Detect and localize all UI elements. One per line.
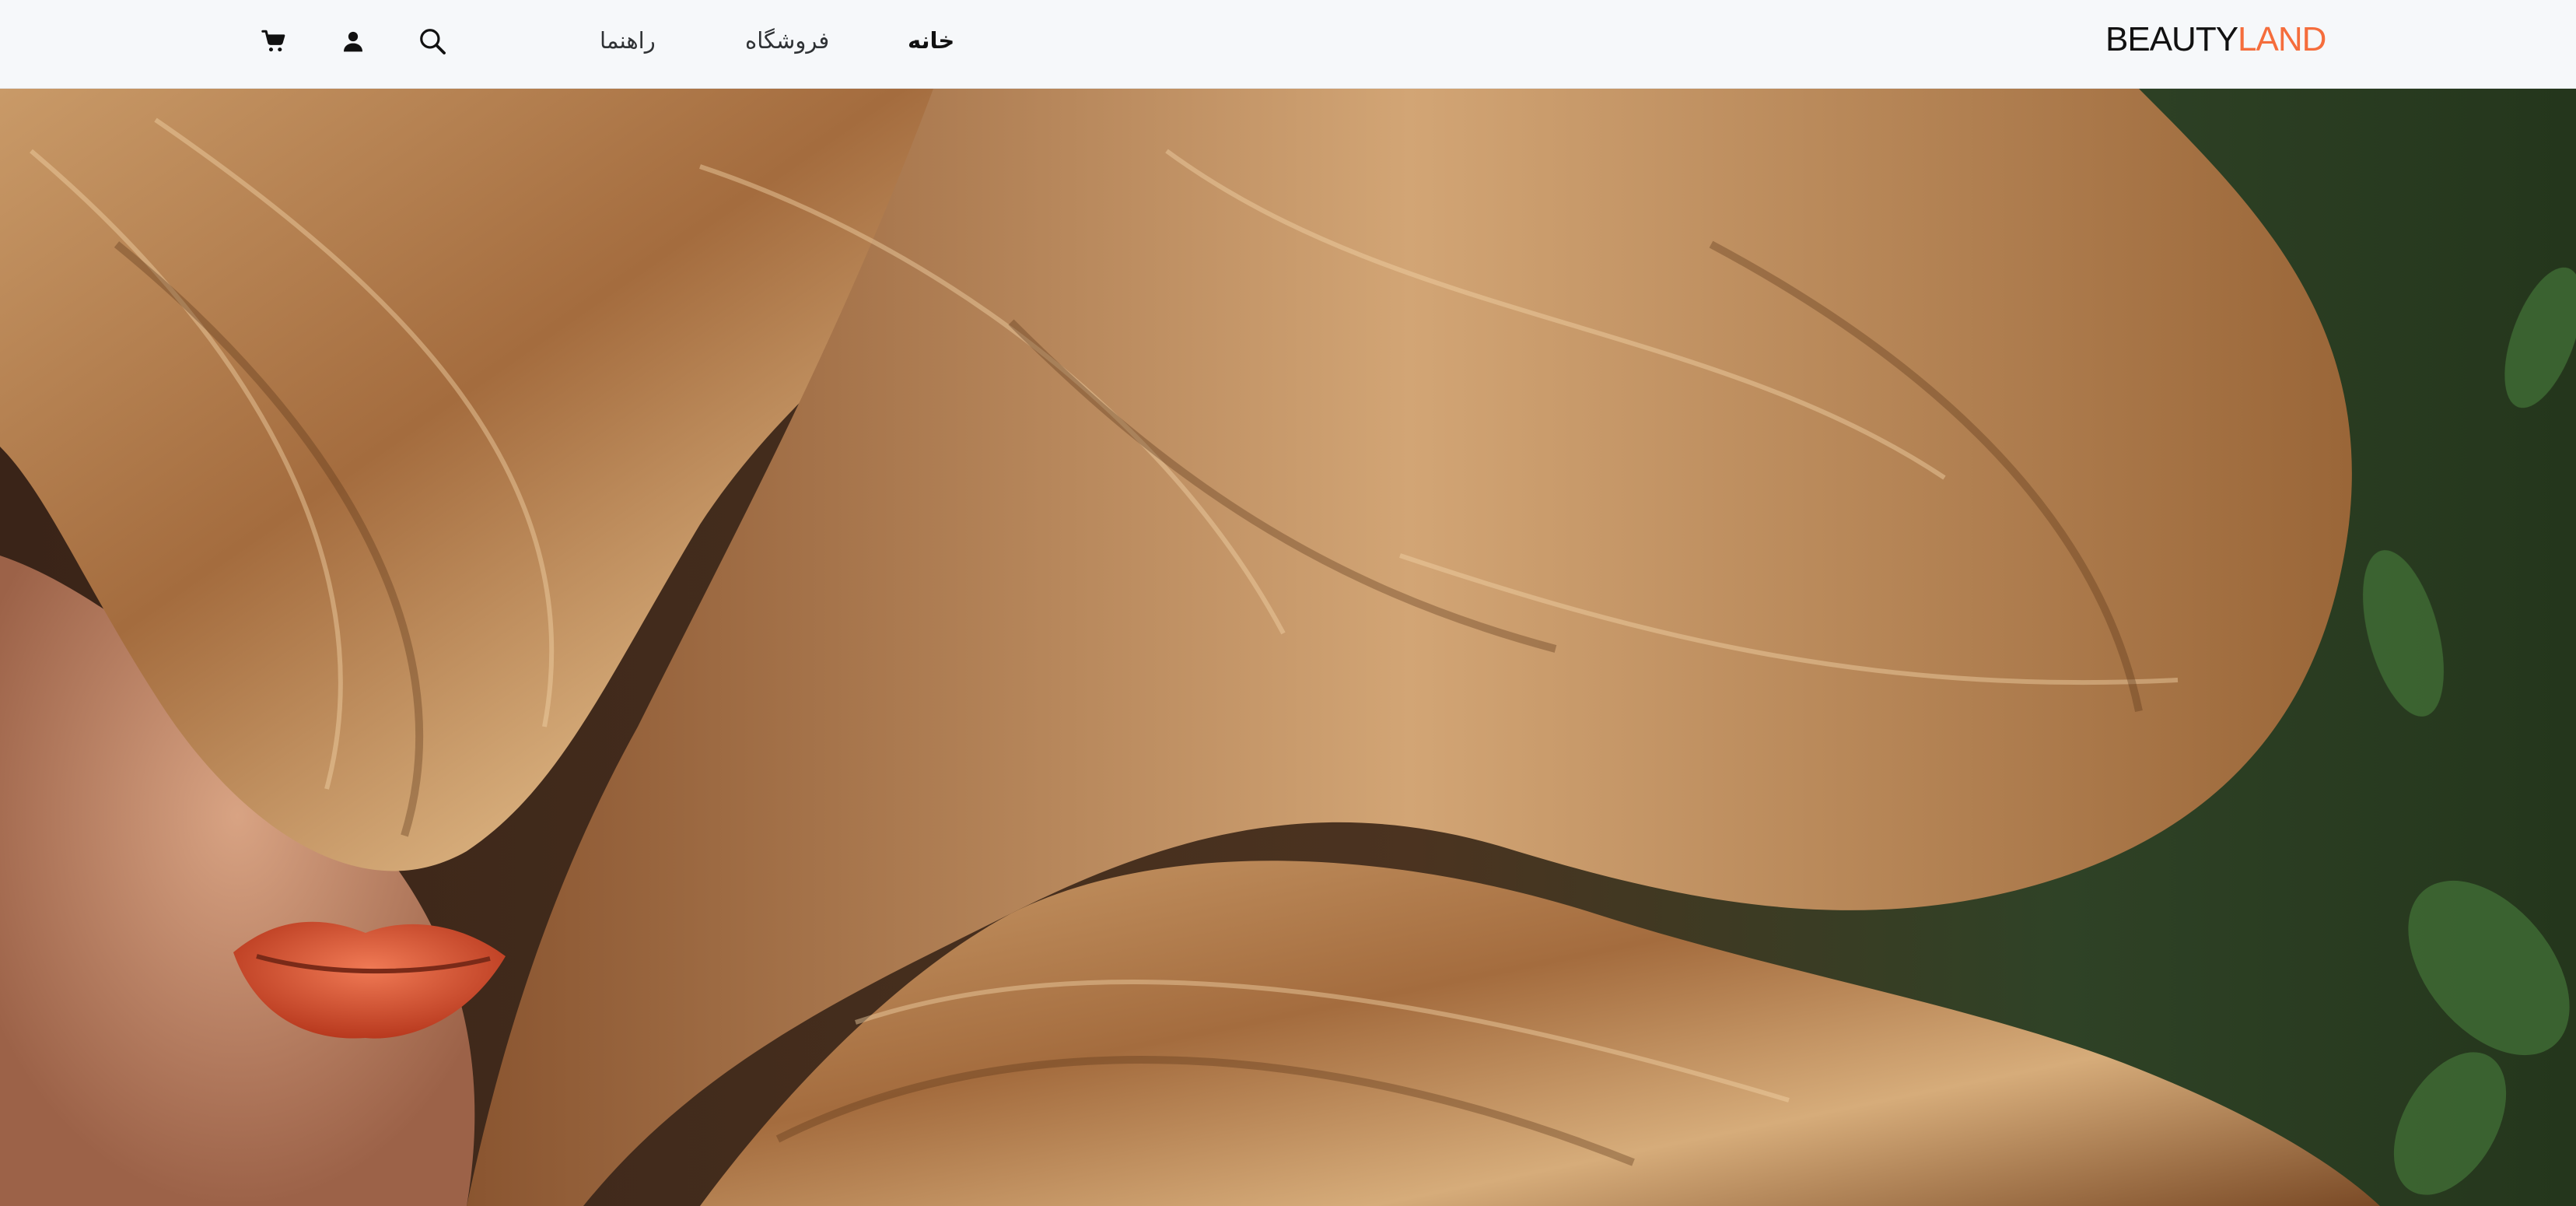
cart-button[interactable] [254,21,294,61]
cart-icon [261,30,285,52]
search-button[interactable] [412,21,453,61]
nav-link-shop[interactable]: فروشگاه [745,22,829,59]
search-icon [420,29,446,54]
user-icon [344,31,362,52]
brand-logo-part1: BEAUTY [2105,20,2238,58]
top-navbar: راهنما فروشگاه خانه BEAUTYLAND [0,0,2576,89]
account-button[interactable] [333,21,373,61]
nav-link-home[interactable]: خانه [908,22,954,59]
nav-link-guide[interactable]: راهنما [600,22,656,59]
hero-banner [0,89,2576,1206]
brand-logo[interactable]: BEAUTYLAND [2105,17,2326,62]
brand-logo-part2: LAND [2238,20,2326,58]
hero-hair-model-image [0,89,2576,1206]
